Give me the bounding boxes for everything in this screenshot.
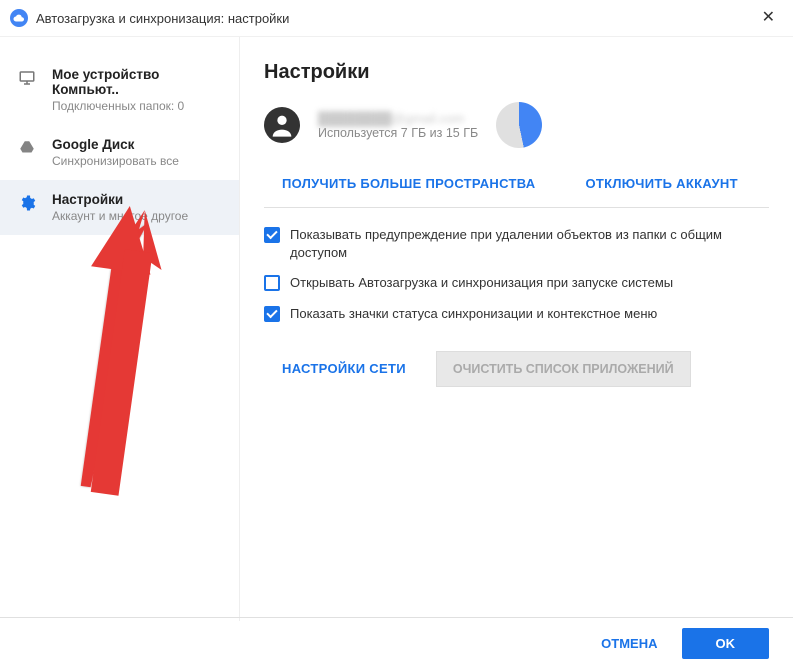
gear-icon [16,194,38,212]
show-status-icons-label: Показать значки статуса синхронизации и … [290,305,657,323]
window-title: Автозагрузка и синхронизация: настройки [36,11,289,26]
sidebar-item-label: Google Диск [52,137,223,152]
warn-delete-checkbox[interactable] [264,227,280,243]
sidebar-item-label: Настройки [52,192,223,207]
open-on-startup-checkbox[interactable] [264,275,280,291]
account-email: ████████@gmail.com [318,111,478,126]
disconnect-account-button[interactable]: ОТКЛЮЧИТЬ АККАУНТ [585,176,737,191]
sidebar-item-google-drive[interactable]: Google Диск Синхронизировать все [0,125,239,180]
footer: ОТМЕНА OK [0,617,793,669]
sidebar: Мое устройство Компьют.. Подключенных па… [0,37,240,621]
page-title: Настройки [264,61,769,84]
account-row: ████████@gmail.com Используется 7 ГБ из … [264,102,769,148]
storage-pie-icon [496,102,542,148]
sidebar-item-my-device[interactable]: Мое устройство Компьют.. Подключенных па… [0,55,239,125]
warn-delete-label: Показывать предупреждение при удалении о… [290,226,769,262]
avatar-icon [264,107,300,143]
show-status-icons-checkbox[interactable] [264,306,280,322]
ok-button[interactable]: OK [682,628,770,659]
monitor-icon [16,69,38,87]
get-more-space-button[interactable]: ПОЛУЧИТЬ БОЛЬШЕ ПРОСТРАНСТВА [282,176,535,191]
sidebar-item-sub: Подключенных папок: 0 [52,99,223,113]
app-cloud-icon [10,9,28,27]
cancel-button[interactable]: ОТМЕНА [601,636,657,651]
open-on-startup-label: Открывать Автозагрузка и синхронизация п… [290,274,673,292]
storage-usage: Используется 7 ГБ из 15 ГБ [318,126,478,140]
titlebar: Автозагрузка и синхронизация: настройки … [0,0,793,37]
drive-icon [16,139,38,157]
sidebar-item-sub: Аккаунт и многое другое [52,209,223,223]
main-panel: Настройки ████████@gmail.com Используетс… [240,37,793,621]
network-settings-button[interactable]: НАСТРОЙКИ СЕТИ [282,361,406,376]
close-icon[interactable]: ✕ [754,6,783,30]
sidebar-item-label: Мое устройство Компьют.. [52,67,223,97]
clear-apps-list-button: ОЧИСТИТЬ СПИСОК ПРИЛОЖЕНИЙ [436,351,691,387]
sidebar-item-sub: Синхронизировать все [52,154,223,168]
sidebar-item-settings[interactable]: Настройки Аккаунт и многое другое [0,180,239,235]
